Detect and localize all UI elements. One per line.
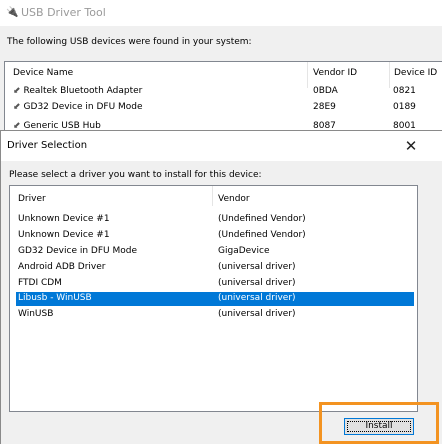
device-list-instruction: The following USB devices were found in … (7, 37, 252, 47)
driver-vendor: (Undefined Vendor) (218, 230, 306, 240)
driver-list-instruction: Please select a driver you want to insta… (9, 170, 262, 180)
driver-row[interactable]: WinUSB (universal driver) (16, 308, 416, 322)
driver-selection-dialog: Driver Selection ✕ Please select a drive… (0, 130, 442, 444)
column-header-vendor[interactable]: Vendor (218, 194, 250, 204)
column-divider[interactable] (307, 62, 308, 88)
usb-plug-icon: ⬋ (13, 86, 21, 96)
device-id: 8001 (393, 121, 416, 130)
driver-name: Android ADB Driver (18, 262, 106, 272)
device-name: GD32 Device in DFU Mode (23, 102, 143, 112)
usb-plug-icon: ⬋ (13, 121, 21, 130)
usb-plug-icon: ⬋ (13, 102, 21, 112)
device-row[interactable]: ⬋ GD32 Device in DFU Mode 28E9 0189 (5, 102, 442, 116)
column-divider[interactable] (212, 186, 213, 206)
driver-row-selected[interactable]: Libusb - WinUSB (universal driver) (16, 292, 414, 306)
driver-name: GD32 Device in DFU Mode (18, 246, 137, 256)
driver-row[interactable]: Android ADB Driver (universal driver) (16, 261, 416, 275)
driver-row[interactable]: GD32 Device in DFU Mode GigaDevice (16, 245, 416, 259)
driver-row[interactable]: Unknown Device #1 (Undefined Vendor) (16, 213, 416, 227)
device-name: Generic USB Hub (23, 121, 101, 130)
column-header-vendor-id[interactable]: Vendor ID (313, 68, 357, 86)
close-icon: ✕ (404, 137, 418, 155)
device-name: Realtek Bluetooth Adapter (23, 86, 143, 96)
driver-vendor: (universal driver) (218, 293, 296, 303)
driver-name: Libusb - WinUSB (18, 293, 92, 303)
device-id: 0821 (393, 86, 416, 96)
usb-plug-icon: 🔌 (6, 7, 19, 18)
column-header-driver[interactable]: Driver (18, 194, 46, 204)
driver-row[interactable]: Unknown Device #1 (Undefined Vendor) (16, 229, 416, 243)
driver-name: Unknown Device #1 (18, 230, 110, 240)
column-divider[interactable] (389, 62, 390, 88)
dialog-titlebar[interactable]: Driver Selection ✕ (1, 131, 442, 161)
dialog-title: Driver Selection (7, 140, 88, 151)
driver-vendor: (universal driver) (218, 262, 296, 272)
driver-row[interactable]: FTDI CDM (universal driver) (16, 277, 416, 291)
vendor-id: 8087 (313, 121, 336, 130)
device-row[interactable]: ⬋ Generic USB Hub 8087 8001 (5, 118, 442, 130)
driver-name: FTDI CDM (18, 278, 62, 288)
driver-vendor: (Undefined Vendor) (218, 214, 306, 224)
highlight-box (319, 402, 439, 444)
driver-vendor: (universal driver) (218, 278, 296, 288)
driver-list[interactable]: Driver Vendor Unknown Device #1 (Undefin… (9, 185, 418, 412)
column-header-device-name[interactable]: Device Name (13, 68, 73, 86)
vendor-id: 28E9 (313, 102, 336, 112)
driver-vendor: GigaDevice (218, 246, 270, 256)
driver-name: Unknown Device #1 (18, 214, 110, 224)
driver-name: WinUSB (18, 309, 54, 319)
close-button[interactable]: ✕ (399, 134, 423, 158)
device-id: 0189 (393, 102, 416, 112)
main-titlebar: 🔌 USB Driver Tool (0, 0, 442, 26)
vendor-id: 0BDA (313, 86, 338, 96)
window-title: USB Driver Tool (21, 6, 106, 19)
driver-vendor: (universal driver) (218, 309, 296, 319)
device-row[interactable]: ⬋ Realtek Bluetooth Adapter 0BDA 0821 (5, 86, 442, 100)
column-header-device-id[interactable]: Device ID (394, 68, 437, 86)
